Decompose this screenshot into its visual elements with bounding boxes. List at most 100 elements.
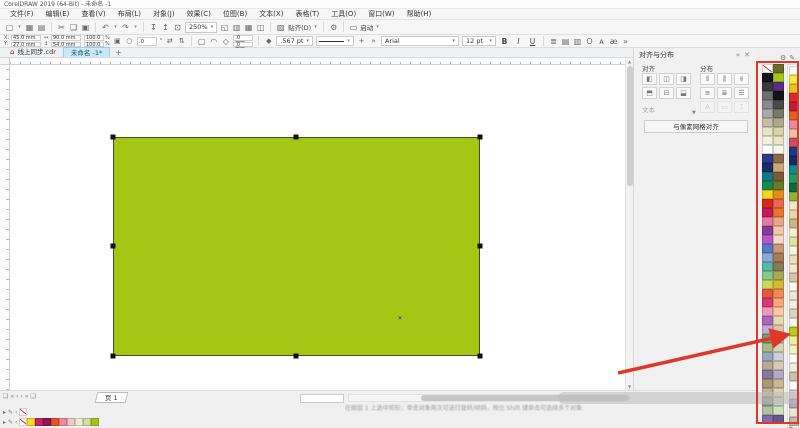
color-swatch[interactable]: [762, 253, 773, 262]
color-swatch[interactable]: [773, 415, 784, 424]
color-swatch[interactable]: [789, 219, 799, 228]
color-swatch[interactable]: [762, 415, 773, 424]
align-top-icon[interactable]: ⬒: [642, 87, 657, 99]
color-swatch[interactable]: [789, 129, 799, 138]
row-scroll-left-icon[interactable]: ‹: [15, 419, 17, 426]
edit-text-icon[interactable]: ᴀ: [597, 35, 606, 48]
more-options-icon[interactable]: »: [621, 35, 630, 48]
color-swatch[interactable]: [789, 66, 799, 75]
color-swatch[interactable]: [762, 118, 773, 127]
color-swatch[interactable]: [773, 253, 784, 262]
color-swatch[interactable]: [789, 345, 799, 354]
color-swatch[interactable]: [91, 418, 99, 426]
new-dropdown-icon[interactable]: ▾: [17, 21, 22, 34]
color-swatch[interactable]: [773, 235, 784, 244]
color-swatch[interactable]: [762, 91, 773, 100]
color-swatch[interactable]: [773, 271, 784, 280]
snap-icon[interactable]: ▨: [276, 21, 285, 34]
plus-icon[interactable]: +: [357, 37, 366, 45]
drawing-canvas[interactable]: ✕: [10, 65, 625, 390]
ruler-origin-corner[interactable]: [0, 58, 10, 65]
color-swatch[interactable]: [773, 82, 784, 91]
color-swatch[interactable]: [773, 244, 784, 253]
color-swatch[interactable]: [789, 354, 799, 363]
color-swatch[interactable]: [762, 334, 773, 343]
color-swatch[interactable]: [773, 352, 784, 361]
docker-close-icon[interactable]: ✕: [742, 51, 752, 59]
publish-pdf-icon[interactable]: ⊡: [173, 21, 182, 34]
color-swatch[interactable]: [789, 417, 799, 426]
color-swatch[interactable]: [789, 282, 799, 291]
color-swatch[interactable]: [789, 273, 799, 282]
show-guidelines-icon[interactable]: ◫: [256, 21, 265, 34]
text-alignment-icon[interactable]: ≣: [549, 35, 558, 48]
color-swatch[interactable]: [789, 408, 799, 417]
color-swatch[interactable]: [762, 325, 773, 334]
color-swatch[interactable]: [789, 156, 799, 165]
color-swatch[interactable]: [83, 418, 91, 426]
text-properties-icon[interactable]: æ: [609, 35, 618, 48]
color-swatch[interactable]: [762, 406, 773, 415]
full-screen-preview-icon[interactable]: ◱: [220, 21, 229, 34]
no-color-swatch[interactable]: [762, 64, 773, 73]
snap-to-dropdown[interactable]: 贴齐(D) ▾: [288, 21, 318, 34]
color-swatch[interactable]: [789, 246, 799, 255]
cut-icon[interactable]: ✂: [57, 21, 66, 34]
bold-button[interactable]: B: [499, 37, 510, 46]
corner-radius-1-field[interactable]: .0 mm: [233, 35, 253, 41]
color-swatch[interactable]: [773, 280, 784, 289]
next-page-icon[interactable]: ›: [20, 393, 22, 400]
color-swatch[interactable]: [762, 235, 773, 244]
color-swatch[interactable]: [789, 84, 799, 93]
color-swatch[interactable]: [789, 237, 799, 246]
color-swatch[interactable]: [789, 174, 799, 183]
scalloped-corner-icon[interactable]: ◠: [209, 35, 218, 48]
color-swatch[interactable]: [789, 210, 799, 219]
save-icon[interactable]: ▦: [25, 21, 34, 34]
color-swatch[interactable]: [773, 190, 784, 199]
color-swatch[interactable]: [773, 64, 784, 73]
color-swatch[interactable]: [762, 181, 773, 190]
menu-item[interactable]: 布局(L): [112, 9, 147, 20]
square-corner-icon[interactable]: ▢: [197, 35, 206, 48]
selection-handle-bottom-right[interactable]: [478, 354, 483, 359]
color-swatch[interactable]: [762, 271, 773, 280]
menu-item[interactable]: 效果(C): [181, 9, 217, 20]
menu-item[interactable]: 编辑(E): [40, 9, 76, 20]
show-grid-icon[interactable]: ▦: [244, 21, 253, 34]
align-center-v-icon[interactable]: ⊟: [659, 87, 674, 99]
outline-width-combo[interactable]: .567 pt ▾: [276, 36, 313, 46]
menu-item[interactable]: 帮助(H): [401, 9, 438, 20]
selection-handle-top-right[interactable]: [478, 135, 483, 140]
previous-page-icon[interactable]: ‹: [16, 393, 18, 400]
show-rulers-icon[interactable]: ▥: [232, 21, 241, 34]
color-swatch[interactable]: [789, 138, 799, 147]
color-swatch[interactable]: [762, 307, 773, 316]
color-swatch[interactable]: [762, 352, 773, 361]
color-swatch[interactable]: [762, 145, 773, 154]
color-swatch[interactable]: [773, 91, 784, 100]
docker-collapse-icon[interactable]: «: [734, 51, 742, 59]
color-swatch[interactable]: [762, 136, 773, 145]
color-swatch[interactable]: [762, 208, 773, 217]
selection-handle-middle-right[interactable]: [478, 244, 483, 249]
color-swatch[interactable]: [75, 418, 83, 426]
color-swatch[interactable]: [773, 298, 784, 307]
font-size-combo[interactable]: 12 pt ▾: [462, 36, 496, 46]
color-swatch[interactable]: [43, 418, 51, 426]
import-icon[interactable]: ↧: [149, 21, 158, 34]
no-outline-icon[interactable]: O: [585, 35, 594, 48]
export-icon[interactable]: ↥: [161, 21, 170, 34]
color-swatch[interactable]: [773, 343, 784, 352]
align-right-icon[interactable]: ◨: [676, 73, 691, 85]
color-swatch[interactable]: [773, 172, 784, 181]
color-swatch[interactable]: [789, 102, 799, 111]
color-swatch[interactable]: [773, 199, 784, 208]
color-swatch[interactable]: [762, 226, 773, 235]
docker-expand-chevron-icon[interactable]: ▼: [692, 110, 696, 116]
color-swatch[interactable]: [27, 418, 35, 426]
color-swatch[interactable]: [762, 361, 773, 370]
lock-ratio-icon[interactable]: ▣: [113, 37, 122, 45]
color-swatch[interactable]: [762, 82, 773, 91]
color-swatch[interactable]: [773, 307, 784, 316]
